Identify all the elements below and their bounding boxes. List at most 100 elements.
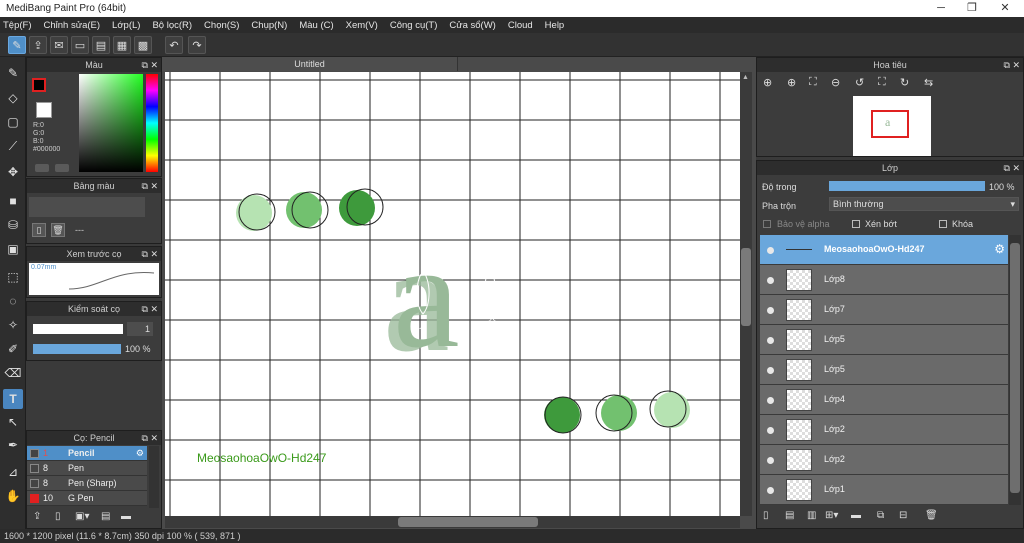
layer-list-scrollbar[interactable] — [1009, 235, 1021, 505]
brush-size-value[interactable]: 1 — [127, 322, 153, 336]
eraser-tool-icon[interactable]: ◇ — [3, 88, 23, 108]
panel-controls-icon[interactable]: ⧉ ✕ — [142, 247, 158, 261]
brush-menu-icon[interactable]: ▣▾ — [75, 511, 89, 522]
layer-visibility-icon[interactable] — [767, 427, 774, 434]
panel-controls-icon[interactable]: ⧉ ✕ — [142, 179, 158, 193]
new-layer-icon[interactable]: ▯ — [763, 510, 769, 521]
brush-settings-gear-icon[interactable]: ⚙ — [136, 446, 144, 461]
layer-settings-gear-icon[interactable]: ⚙ — [994, 242, 1005, 256]
menu-file[interactable]: Tệp(F) — [3, 20, 32, 31]
add-brush-icon[interactable]: ⇪ — [33, 511, 41, 522]
dropper-tool-icon[interactable]: ⊿ — [3, 462, 23, 482]
duplicate-layer-icon[interactable]: ⧉ — [877, 510, 884, 521]
comment-icon[interactable]: ✉ — [50, 36, 68, 54]
layer-row[interactable]: Lớp2 — [760, 415, 1008, 445]
fit-screen-icon[interactable]: ⛶ — [809, 76, 817, 89]
layer-row[interactable]: Lớp2 — [760, 445, 1008, 475]
document-tab[interactable]: Untitled — [162, 57, 458, 71]
grid-icon[interactable]: ▩ — [134, 36, 152, 54]
clipping-checkbox[interactable] — [852, 220, 860, 228]
canvas-horizontal-scrollbar[interactable] — [165, 516, 740, 528]
zoom-in-alt-icon[interactable]: ⊕ — [787, 76, 796, 89]
foreground-color-swatch[interactable] — [32, 78, 46, 92]
rotate-left-icon[interactable]: ↺ — [855, 76, 864, 89]
menu-snap[interactable]: Chụp(N) — [251, 20, 287, 31]
palette-list[interactable] — [29, 197, 145, 217]
frame-icon[interactable]: ▭ — [71, 36, 89, 54]
layer-row[interactable]: Lớp1 — [760, 475, 1008, 505]
brush-list-scrollbar[interactable] — [149, 446, 159, 508]
menu-tools[interactable]: Công cụ(T) — [390, 20, 438, 31]
brush-folder-icon[interactable]: ▬ — [121, 511, 131, 522]
delete-layer-icon[interactable]: 🗑 — [925, 510, 938, 521]
layer-opacity-slider[interactable] — [829, 181, 985, 191]
hue-slider[interactable] — [146, 74, 158, 172]
canvas-paper[interactable]: a a ✧ ✧ MeosaohoaOwO-Hd247 — [165, 72, 740, 516]
background-color-swatch[interactable] — [36, 102, 52, 118]
menu-window[interactable]: Cửa sổ(W) — [449, 20, 495, 31]
panel-controls-icon[interactable]: ⧉ ✕ — [1004, 161, 1020, 175]
panel-controls-icon[interactable]: ⧉ ✕ — [142, 302, 158, 316]
menu-color[interactable]: Màu (C) — [299, 20, 333, 31]
navigator-viewport-rect[interactable]: a — [871, 110, 909, 138]
brush-copy-icon[interactable]: ▤ — [101, 511, 110, 522]
select-eraser-icon[interactable]: ⌫ — [3, 363, 23, 383]
brush-item[interactable]: 10 G Pen — [27, 491, 147, 506]
canvas-vertical-scrollbar[interactable]: ▲ — [740, 72, 752, 516]
layer-visibility-icon[interactable] — [767, 457, 774, 464]
layer-folder-icon[interactable]: ▬ — [851, 510, 861, 521]
upload-icon[interactable]: ⇪ — [29, 36, 47, 54]
layer-row[interactable]: Lớp5 — [760, 325, 1008, 355]
menu-cloud[interactable]: Cloud — [508, 20, 533, 31]
line-tool-icon[interactable]: ⟋ — [3, 136, 23, 156]
layer-visibility-icon[interactable] — [767, 487, 774, 494]
layer-visibility-icon[interactable] — [767, 367, 774, 374]
layer-row[interactable]: Lớp5 — [760, 355, 1008, 385]
brush-tool-icon[interactable]: ✎ — [3, 63, 23, 83]
protect-alpha-checkbox[interactable] — [763, 220, 771, 228]
layer-row[interactable]: Lớp4 — [760, 385, 1008, 415]
horizontal-scroll-thumb[interactable] — [398, 517, 538, 527]
gradient-tool-icon[interactable]: ▣ — [3, 239, 23, 259]
brush-mode-icon[interactable]: ✎ — [8, 36, 26, 54]
select-pen-icon[interactable]: ✐ — [3, 339, 23, 359]
rectangle-tool-icon[interactable]: ▢ — [3, 112, 23, 132]
layer-row[interactable]: MeosaohoaOwO-Hd247 ⚙ — [760, 235, 1008, 265]
fullscreen-icon[interactable]: ⛶ — [878, 76, 886, 89]
text-tool-icon[interactable]: T — [3, 389, 23, 409]
rotate-right-icon[interactable]: ↻ — [900, 76, 909, 89]
new-palette-icon[interactable]: ▯ — [32, 223, 46, 237]
add-layer-menu-icon[interactable]: ⊞▾ — [825, 510, 838, 521]
zoom-out-icon[interactable]: ⊖ — [831, 76, 840, 89]
panel-controls-icon[interactable]: ⧉ ✕ — [142, 431, 158, 445]
zoom-in-icon[interactable]: ⊕ — [763, 76, 772, 89]
select-rect-icon[interactable]: ⬚ — [3, 267, 23, 287]
brush-item[interactable]: 8 Pen — [27, 461, 147, 476]
brush-item[interactable]: 8 Pen (Sharp) — [27, 476, 147, 491]
minimize-button[interactable]: ─ — [924, 0, 958, 17]
saturation-value-picker[interactable] — [79, 74, 143, 172]
layer-visibility-icon[interactable] — [767, 337, 774, 344]
panel-controls-icon[interactable]: ⧉ ✕ — [1004, 58, 1020, 72]
brush-size-slider[interactable] — [33, 324, 123, 334]
layer-visibility-icon[interactable] — [767, 307, 774, 314]
menu-view[interactable]: Xem(V) — [346, 20, 378, 31]
lasso-tool-icon[interactable]: ◌ — [3, 291, 23, 311]
delete-palette-icon[interactable]: 🗑 — [51, 223, 65, 237]
redo-icon[interactable]: ↷ — [188, 36, 206, 54]
merge-layer-icon[interactable]: ⊟ — [899, 510, 907, 521]
hand-tool-icon[interactable]: ✋ — [3, 486, 23, 506]
layer-scroll-thumb[interactable] — [1010, 243, 1020, 493]
flip-icon[interactable]: ⇆ — [924, 76, 933, 89]
bucket-tool-icon[interactable]: ⛁ — [3, 215, 23, 235]
fill-shape-tool-icon[interactable]: ■ — [3, 191, 23, 211]
layer-row[interactable]: Lớp7 — [760, 295, 1008, 325]
undo-icon[interactable]: ↶ — [165, 36, 183, 54]
color-swap-button[interactable] — [55, 164, 69, 172]
layer-visibility-icon[interactable] — [767, 247, 774, 254]
scroll-up-icon[interactable]: ▲ — [742, 74, 749, 81]
panel-controls-icon[interactable]: ⧉ ✕ — [142, 58, 158, 72]
brush-opacity-slider[interactable] — [33, 344, 121, 354]
blend-mode-select[interactable]: Bình thường ▾ — [829, 197, 1019, 211]
new-layer-8bit-icon[interactable]: ▤ — [785, 510, 794, 521]
